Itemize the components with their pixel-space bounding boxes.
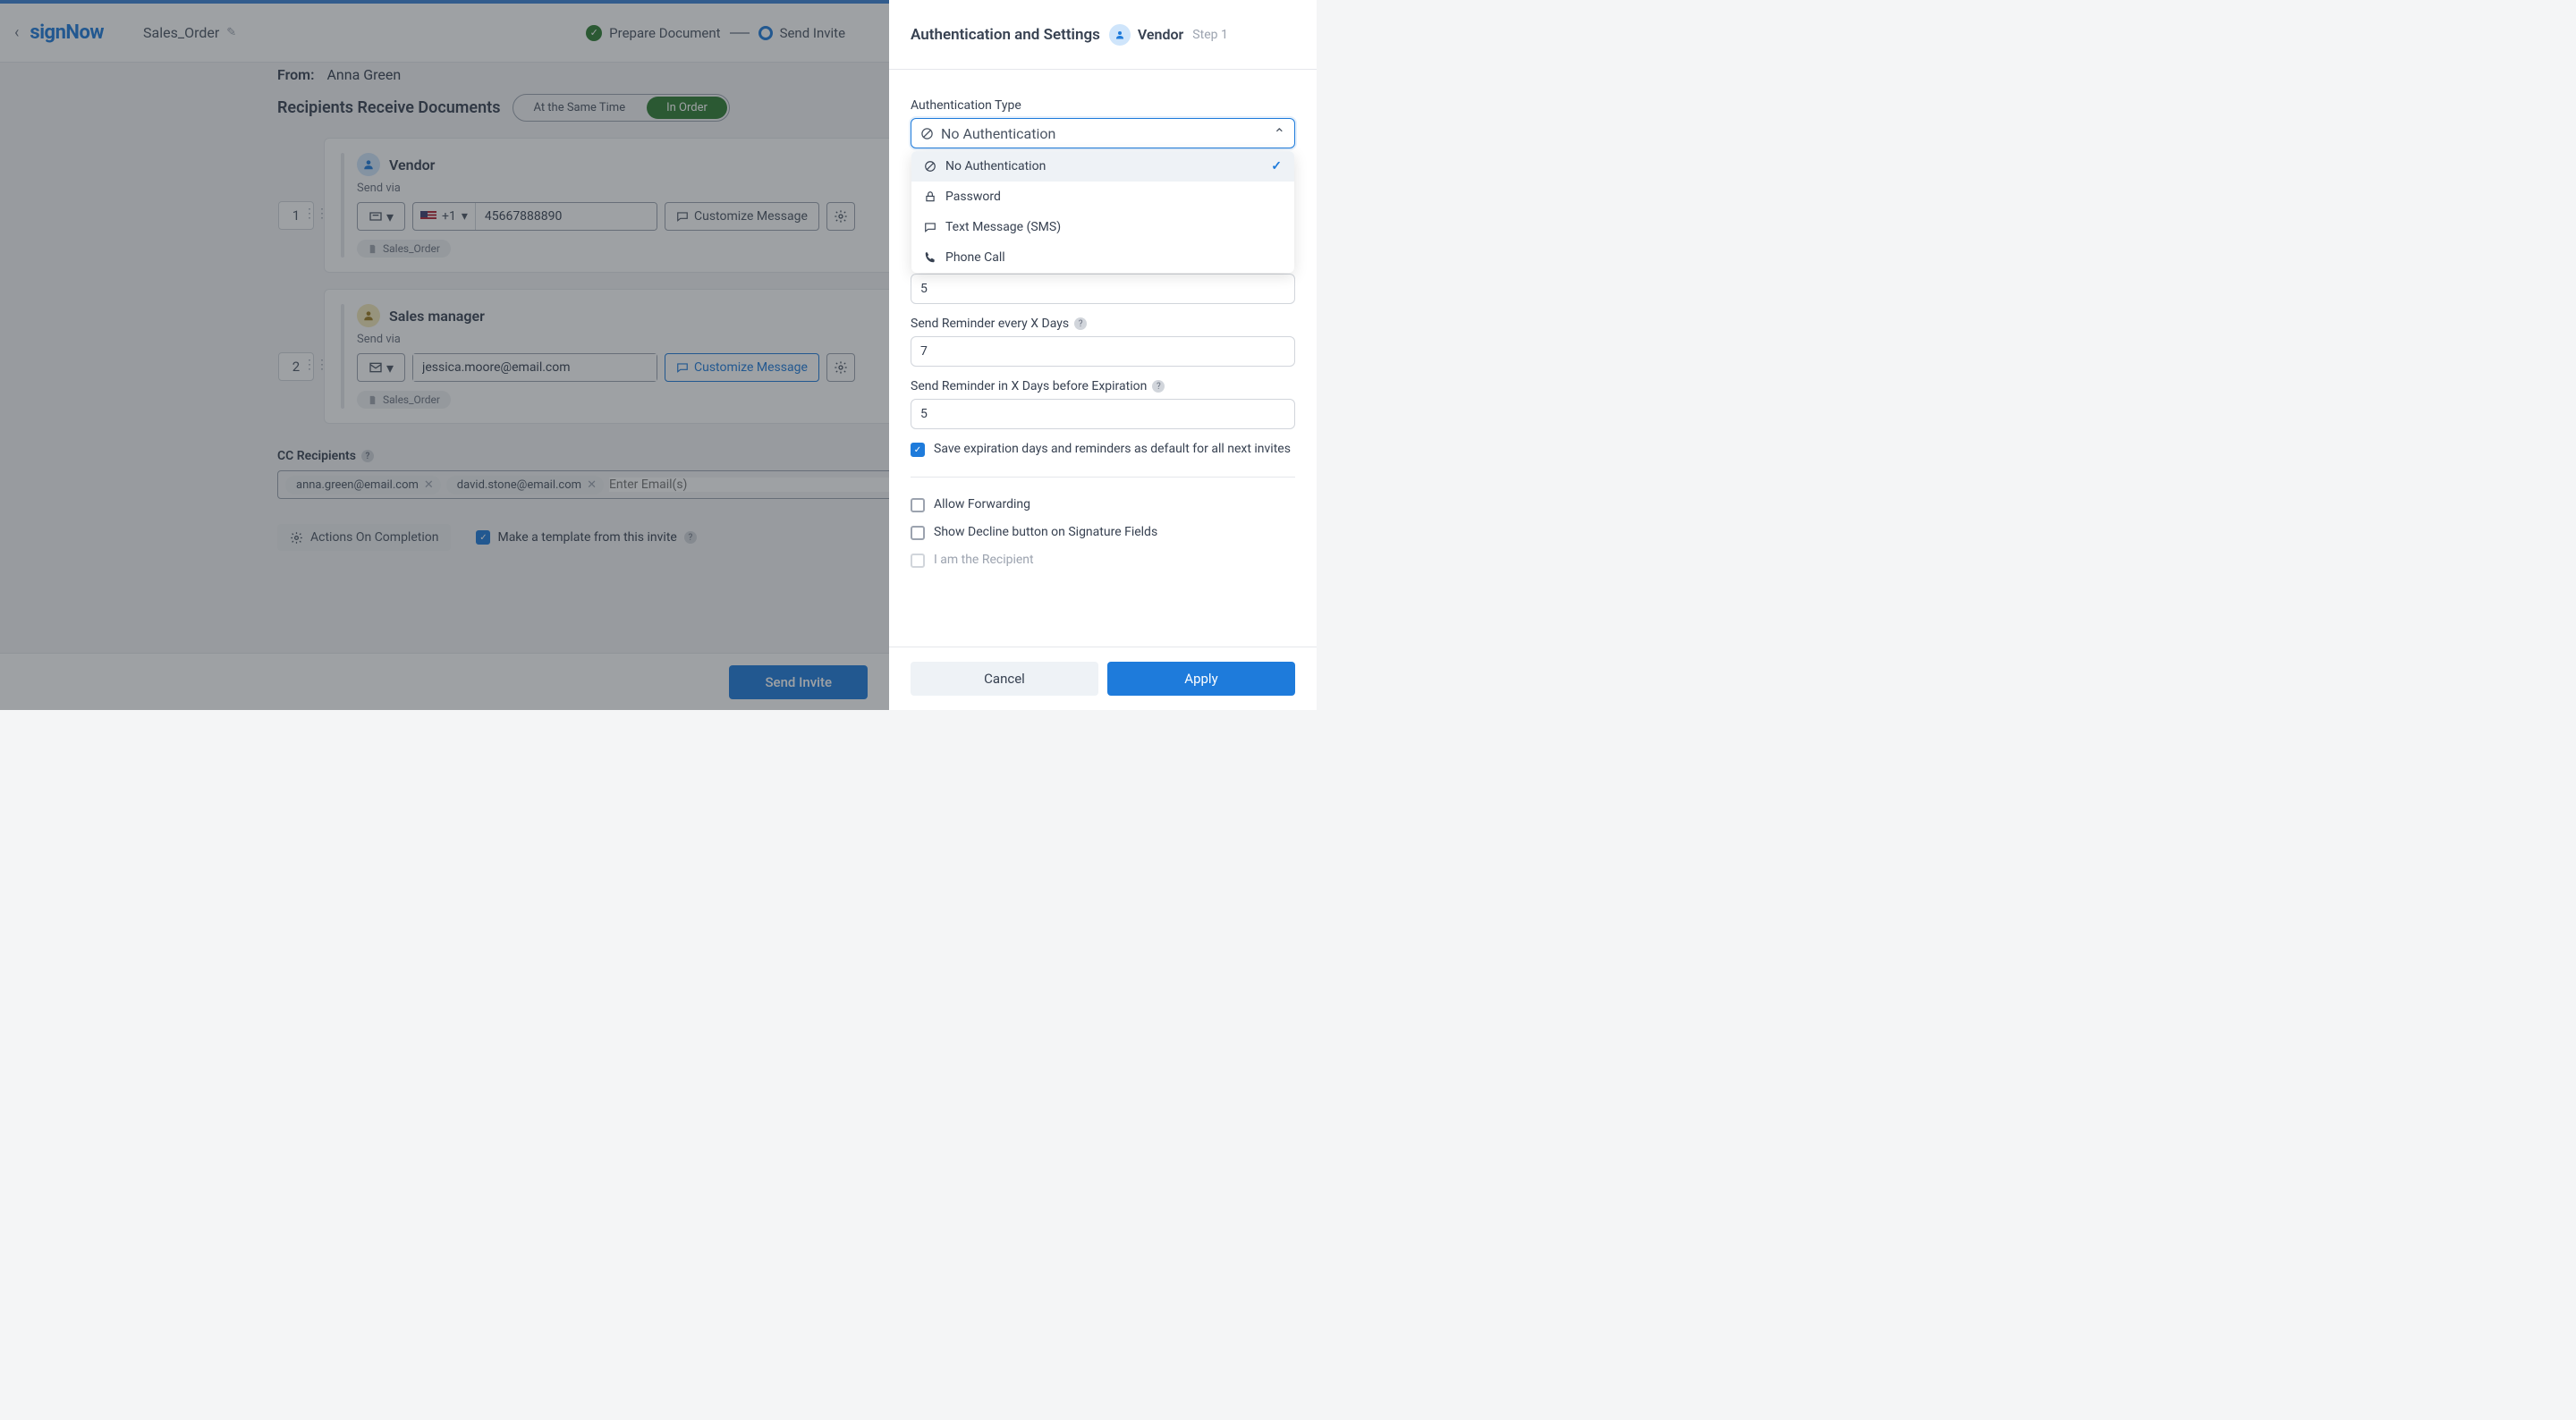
allow-forwarding-checkbox[interactable]: Allow Forwarding [911, 497, 1295, 512]
reminder-before-exp-input[interactable] [911, 399, 1295, 429]
settings-panel: Authentication and Settings Vendor Step … [889, 0, 1317, 710]
auth-option-sms[interactable]: Text Message (SMS) [911, 212, 1294, 242]
reminder-before-exp-label: Send Reminder in X Days before Expiratio… [911, 379, 1147, 393]
i-am-recipient-checkbox[interactable]: I am the Recipient [911, 553, 1295, 568]
panel-title: Authentication and Settings [911, 26, 1100, 44]
person-icon [1109, 24, 1131, 46]
auth-type-dropdown: No Authentication ✓ Password Text Messag… [911, 151, 1294, 273]
auth-option-none[interactable]: No Authentication ✓ [911, 151, 1294, 182]
auth-type-select[interactable]: No Authentication ⌃ No Authentication ✓ … [911, 118, 1295, 148]
lock-icon [924, 190, 936, 203]
help-icon[interactable]: ? [1074, 317, 1087, 330]
panel-role: Vendor [1138, 26, 1183, 43]
help-icon[interactable]: ? [1152, 380, 1165, 393]
auth-type-label: Authentication Type [911, 98, 1295, 113]
reminder-every-label: Send Reminder every X Days [911, 317, 1069, 331]
cancel-button[interactable]: Cancel [911, 662, 1098, 696]
auth-type-value: No Authentication [941, 125, 1055, 142]
reminder-days-input[interactable] [911, 274, 1295, 304]
save-default-checkbox[interactable]: ✓ Save expiration days and reminders as … [911, 442, 1295, 457]
panel-step: Step 1 [1192, 28, 1228, 42]
reminder-every-input[interactable] [911, 336, 1295, 367]
no-auth-icon [920, 127, 934, 140]
auth-option-password[interactable]: Password [911, 182, 1294, 212]
message-icon [924, 221, 936, 233]
no-auth-icon [924, 160, 936, 173]
show-decline-checkbox[interactable]: Show Decline button on Signature Fields [911, 525, 1295, 540]
apply-button[interactable]: Apply [1107, 662, 1295, 696]
auth-option-phone[interactable]: Phone Call [911, 242, 1294, 273]
phone-icon [924, 251, 936, 264]
chevron-up-icon: ⌃ [1274, 125, 1285, 142]
checkmark-icon: ✓ [1271, 159, 1282, 173]
